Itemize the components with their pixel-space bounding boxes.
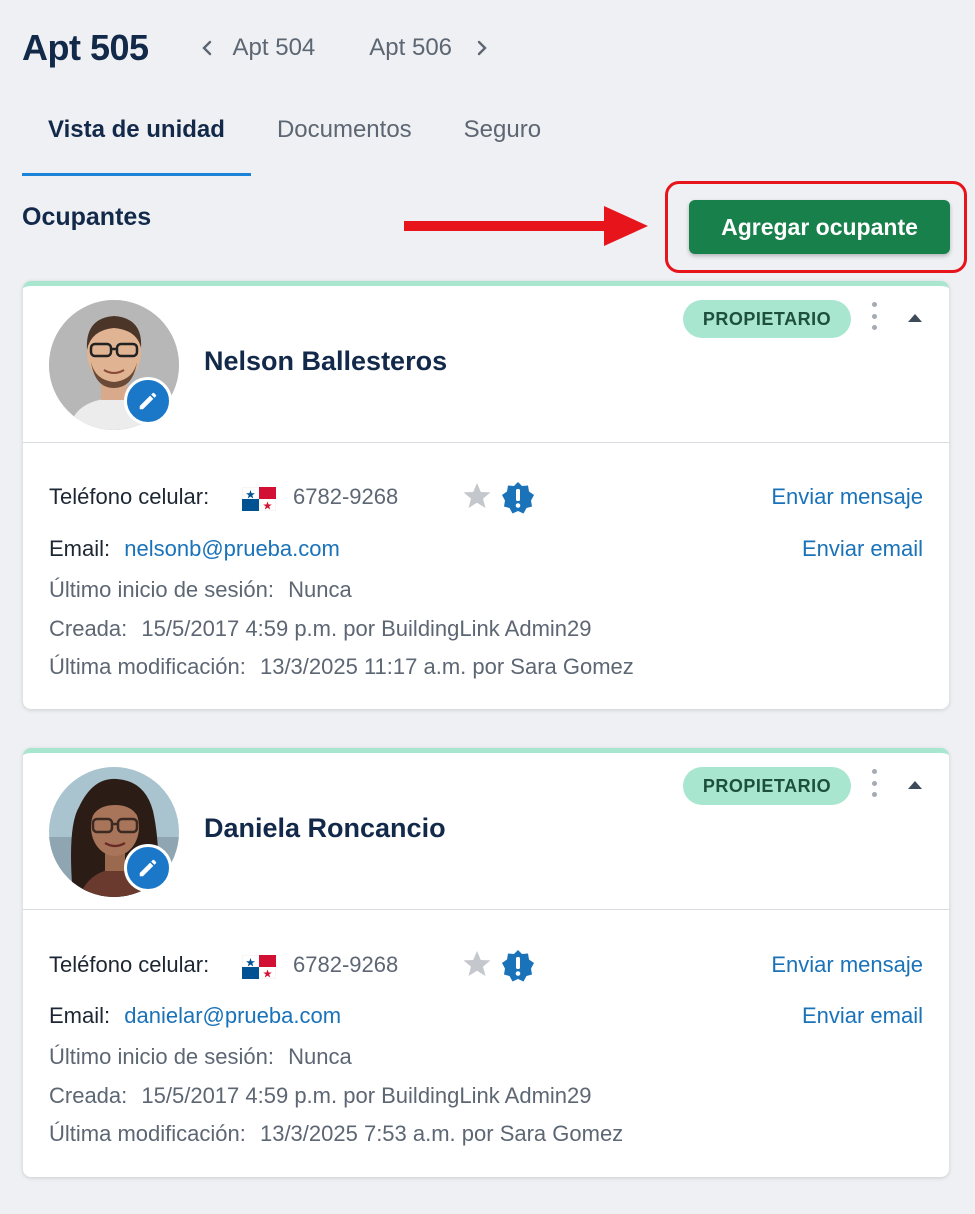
modified-value: 13/3/2025 11:17 a.m. por Sara Gomez <box>259 654 634 679</box>
add-occupant-button[interactable]: Agregar ocupante <box>689 200 950 254</box>
send-message-link[interactable]: Enviar mensaje <box>771 484 923 510</box>
panama-flag-icon <box>242 955 276 979</box>
modified-label: Última modificación: <box>49 1121 246 1146</box>
tab-insurance[interactable]: Seguro <box>438 100 567 176</box>
panama-flag-icon <box>242 487 276 511</box>
phone-number: 6782-9268 <box>293 484 399 509</box>
last-login-value: Nunca <box>288 1044 352 1069</box>
occupants-section-title: Ocupantes <box>22 203 152 231</box>
pencil-icon <box>139 392 157 410</box>
modified-row: Última modificación: 13/3/2025 7:53 a.m.… <box>49 1121 623 1147</box>
kebab-menu-icon[interactable] <box>866 769 882 797</box>
created-label: Creada: <box>49 616 128 641</box>
pencil-icon <box>139 859 157 877</box>
email-label: Email: <box>49 536 111 561</box>
caret-up-icon[interactable] <box>903 775 927 795</box>
prev-unit-link[interactable]: Apt 504 <box>233 34 316 62</box>
alert-badge-icon[interactable] <box>501 949 535 983</box>
email-link[interactable]: nelsonb@prueba.com <box>124 536 340 561</box>
chevron-left-icon[interactable] <box>193 34 221 62</box>
modified-value: 13/3/2025 7:53 a.m. por Sara Gomez <box>259 1121 624 1146</box>
created-value: 15/5/2017 4:59 p.m. por BuildingLink Adm… <box>141 1083 592 1108</box>
edit-photo-button[interactable] <box>124 844 172 892</box>
tab-documents[interactable]: Documentos <box>251 100 438 176</box>
modified-label: Última modificación: <box>49 654 246 679</box>
phone-label: Teléfono celular: <box>49 484 210 509</box>
tab-unit-view[interactable]: Vista de unidad <box>22 100 251 176</box>
send-email-link[interactable]: Enviar email <box>802 536 923 562</box>
tab-bar: Vista de unidad Documentos Seguro <box>22 100 567 176</box>
alert-badge-icon[interactable] <box>501 481 535 515</box>
last-login-row: Último inicio de sesión: Nunca <box>49 1044 352 1070</box>
occupant-card: Daniela Roncancio PROPIETARIO Teléfono c… <box>23 748 949 1177</box>
last-login-row: Último inicio de sesión: Nunca <box>49 577 352 603</box>
occupant-card: Nelson Ballesteros PROPIETARIO Teléfono … <box>23 281 949 709</box>
chevron-right-icon[interactable] <box>468 34 496 62</box>
send-message-link[interactable]: Enviar mensaje <box>771 952 923 978</box>
send-email-link[interactable]: Enviar email <box>802 1003 923 1029</box>
unit-title: Apt 505 <box>22 27 149 68</box>
role-badge: PROPIETARIO <box>683 300 851 338</box>
occupant-card-header: Nelson Ballesteros PROPIETARIO <box>23 286 949 443</box>
last-login-value: Nunca <box>288 577 352 602</box>
phone-label: Teléfono celular: <box>49 952 210 977</box>
unit-header: Apt 505 Apt 504 Apt 506 <box>22 24 496 72</box>
created-value: 15/5/2017 4:59 p.m. por BuildingLink Adm… <box>141 616 592 641</box>
occupant-name: Daniela Roncancio <box>204 813 446 843</box>
email-row: Email: danielar@prueba.com <box>49 1003 341 1029</box>
occupant-card-header: Daniela Roncancio PROPIETARIO <box>23 753 949 910</box>
email-row: Email: nelsonb@prueba.com <box>49 536 340 562</box>
phone-number: 6782-9268 <box>293 952 399 977</box>
email-label: Email: <box>49 1003 111 1028</box>
edit-photo-button[interactable] <box>124 377 172 425</box>
created-row: Creada: 15/5/2017 4:59 p.m. por Building… <box>49 1083 592 1109</box>
role-badge: PROPIETARIO <box>683 767 851 805</box>
next-unit-link[interactable]: Apt 506 <box>369 34 452 62</box>
created-label: Creada: <box>49 1083 128 1108</box>
star-icon[interactable] <box>462 481 492 511</box>
last-login-label: Último inicio de sesión: <box>49 1044 274 1069</box>
kebab-menu-icon[interactable] <box>866 302 882 330</box>
email-link[interactable]: danielar@prueba.com <box>124 1003 341 1028</box>
caret-up-icon[interactable] <box>903 308 927 328</box>
last-login-label: Último inicio de sesión: <box>49 577 274 602</box>
modified-row: Última modificación: 13/3/2025 11:17 a.m… <box>49 654 634 680</box>
star-icon[interactable] <box>462 949 492 979</box>
occupant-name: Nelson Ballesteros <box>204 346 448 376</box>
created-row: Creada: 15/5/2017 4:59 p.m. por Building… <box>49 616 592 642</box>
annotation-arrow <box>404 206 648 246</box>
